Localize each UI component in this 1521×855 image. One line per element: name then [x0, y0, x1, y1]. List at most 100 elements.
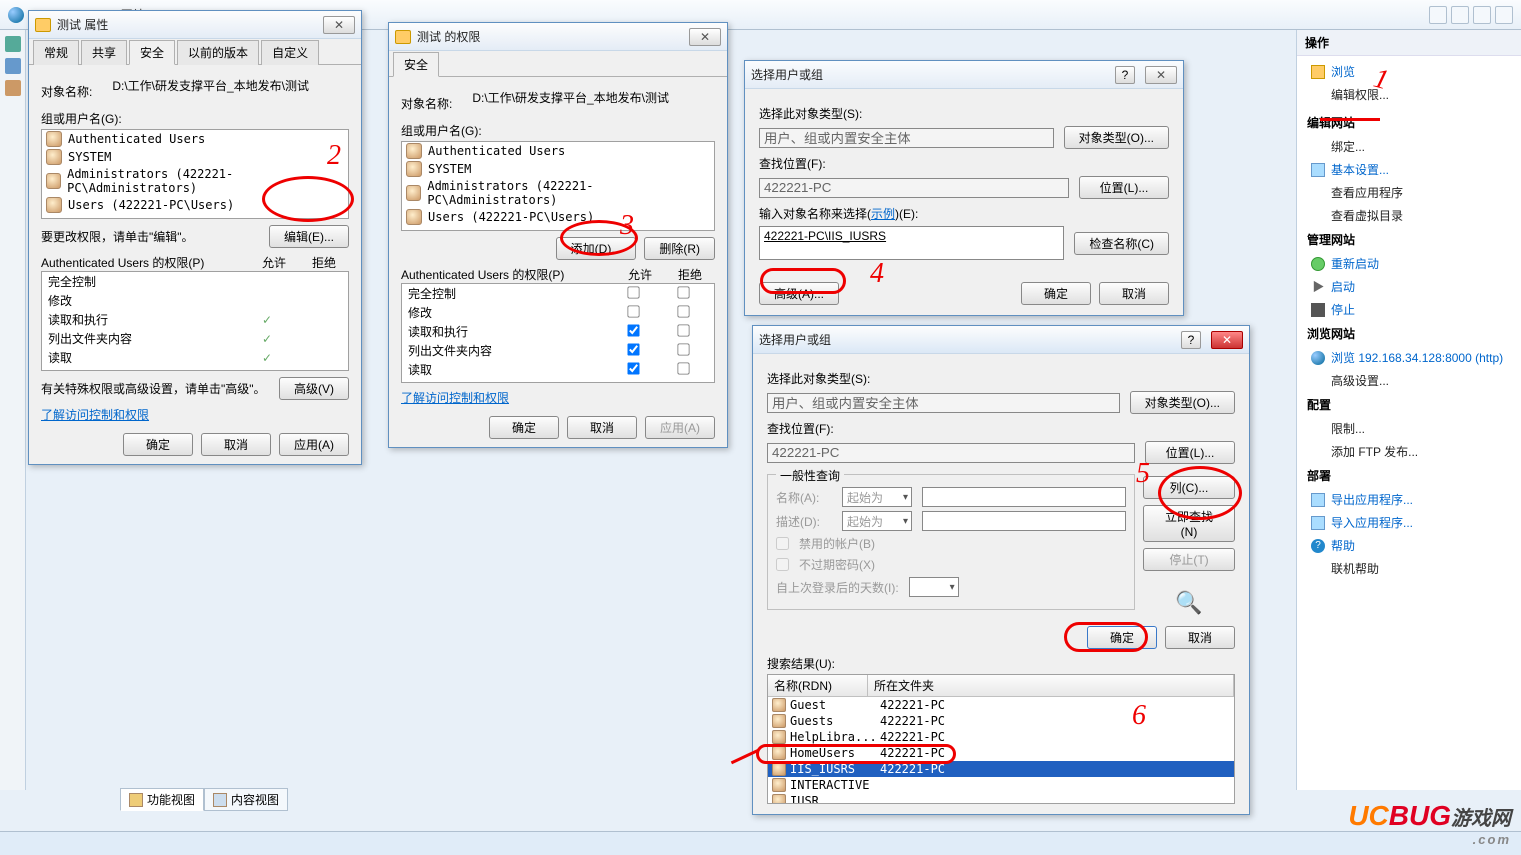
allow-checkbox[interactable]	[627, 324, 639, 336]
noexpire-checkbox[interactable]	[776, 558, 789, 571]
tab-previous[interactable]: 以前的版本	[177, 40, 259, 65]
rail-icon[interactable]	[5, 80, 21, 96]
add-button[interactable]: 添加(D)...	[556, 237, 637, 260]
action-browse-url[interactable]: 浏览 192.168.34.128:8000 (http)	[1331, 349, 1503, 366]
content-view-tab[interactable]: 内容视图	[204, 788, 288, 811]
deny-checkbox[interactable]	[677, 305, 689, 317]
table-row[interactable]: IIS_IUSRS422221-PC	[768, 761, 1234, 777]
action-view-apps[interactable]: 查看应用程序	[1331, 184, 1403, 201]
apply-button[interactable]: 应用(A)	[279, 433, 349, 456]
table-row[interactable]: HelpLibra...422221-PC	[768, 729, 1234, 745]
results-list[interactable]: 名称(RDN) 所在文件夹 Guest422221-PCGuests422221…	[767, 674, 1235, 804]
columns-button[interactable]: 列(C)...	[1143, 476, 1235, 499]
col-name[interactable]: 名称(RDN)	[768, 675, 868, 696]
help-icon[interactable]: ?	[1115, 66, 1135, 84]
object-type-button[interactable]: 对象类型(O)...	[1130, 391, 1235, 414]
rail-icon[interactable]	[5, 36, 21, 52]
ok-button[interactable]: 确定	[123, 433, 193, 456]
user-icon	[46, 197, 62, 213]
advanced-button[interactable]: 高级(V)	[279, 377, 349, 400]
close-icon[interactable]: ✕	[323, 16, 355, 34]
users-listbox[interactable]: Authenticated Users SYSTEM Administrator…	[41, 129, 349, 219]
deny-checkbox[interactable]	[677, 343, 689, 355]
cancel-button[interactable]: 取消	[201, 433, 271, 456]
tab-general[interactable]: 常规	[33, 40, 79, 65]
check-names-button[interactable]: 检查名称(C)	[1074, 232, 1169, 255]
action-ftp[interactable]: 添加 FTP 发布...	[1331, 443, 1418, 460]
lastlogon-combo[interactable]	[909, 577, 959, 597]
location-button[interactable]: 位置(L)...	[1079, 176, 1169, 199]
table-row[interactable]: IUSR	[768, 793, 1234, 804]
rail-icon[interactable]	[5, 58, 21, 74]
action-edit-permissions[interactable]: 编辑权限...	[1331, 86, 1389, 103]
tab-sharing[interactable]: 共享	[81, 40, 127, 65]
location-button[interactable]: 位置(L)...	[1145, 441, 1235, 464]
toolbar-icon[interactable]	[1451, 6, 1469, 24]
edit-button[interactable]: 编辑(E)...	[269, 225, 349, 248]
object-type-button[interactable]: 对象类型(O)...	[1064, 126, 1169, 149]
advanced-button[interactable]: 高级(A)...	[759, 282, 839, 305]
action-start[interactable]: 启动	[1331, 278, 1355, 295]
find-now-button[interactable]: 立即查找(N)	[1143, 505, 1235, 542]
action-import[interactable]: 导入应用程序...	[1331, 514, 1413, 531]
content-icon	[213, 793, 227, 807]
toolbar-icon[interactable]	[1429, 6, 1447, 24]
name-mode-combo[interactable]: 起始为	[842, 487, 912, 507]
table-row[interactable]: Guests422221-PC	[768, 713, 1234, 729]
action-view-vdirs[interactable]: 查看虚拟目录	[1331, 207, 1403, 224]
example-link[interactable]: 示例	[871, 207, 895, 221]
features-view-tab[interactable]: 功能视图	[120, 788, 204, 811]
deny-checkbox[interactable]	[677, 286, 689, 298]
close-icon[interactable]: ✕	[1145, 66, 1177, 84]
allow-checkbox[interactable]	[627, 286, 639, 298]
action-help[interactable]: 帮助	[1331, 537, 1355, 554]
tab-security[interactable]: 安全	[393, 52, 439, 77]
user-icon	[772, 746, 786, 760]
disabled-accounts-checkbox[interactable]	[776, 537, 789, 550]
allow-checkbox[interactable]	[627, 305, 639, 317]
table-row[interactable]: HomeUsers422221-PC	[768, 745, 1234, 761]
col-folder[interactable]: 所在文件夹	[868, 675, 1234, 696]
action-explore[interactable]: 浏览	[1331, 63, 1355, 80]
users-listbox[interactable]: Authenticated Users SYSTEM Administrator…	[401, 141, 715, 231]
cancel-button[interactable]: 取消	[1165, 626, 1235, 649]
table-row[interactable]: Guest422221-PC	[768, 697, 1234, 713]
action-restart[interactable]: 重新启动	[1331, 255, 1379, 272]
allow-checkbox[interactable]	[627, 343, 639, 355]
allow-checkbox[interactable]	[627, 362, 639, 374]
action-export[interactable]: 导出应用程序...	[1331, 491, 1413, 508]
desc-input[interactable]	[922, 511, 1126, 531]
close-icon[interactable]: ✕	[1211, 331, 1243, 349]
stop-button[interactable]: 停止(T)	[1143, 548, 1235, 571]
action-online-help[interactable]: 联机帮助	[1331, 560, 1379, 577]
desc-mode-combo[interactable]: 起始为	[842, 511, 912, 531]
help-icon[interactable]: ?	[1181, 331, 1201, 349]
ok-button[interactable]: 确定	[1021, 282, 1091, 305]
deny-checkbox[interactable]	[677, 362, 689, 374]
help-link[interactable]: 了解访问控制和权限	[41, 406, 349, 423]
deny-header: 拒绝	[665, 266, 715, 283]
ok-button[interactable]: 确定	[489, 416, 559, 439]
action-limits[interactable]: 限制...	[1331, 420, 1365, 437]
ok-button[interactable]: 确定	[1087, 626, 1157, 649]
action-basic-settings[interactable]: 基本设置...	[1331, 161, 1389, 178]
user-icon	[772, 794, 786, 804]
name-input[interactable]	[922, 487, 1126, 507]
cancel-button[interactable]: 取消	[567, 416, 637, 439]
object-name-input[interactable]: 422221-PC\IIS_IUSRS	[759, 226, 1064, 260]
toolbar-icon[interactable]	[1495, 6, 1513, 24]
tab-security[interactable]: 安全	[129, 40, 175, 65]
table-row[interactable]: INTERACTIVE	[768, 777, 1234, 793]
action-advanced[interactable]: 高级设置...	[1331, 372, 1389, 389]
action-bindings[interactable]: 绑定...	[1331, 138, 1365, 155]
toolbar-icon[interactable]	[1473, 6, 1491, 24]
close-icon[interactable]: ✕	[689, 28, 721, 46]
remove-button[interactable]: 删除(R)	[644, 237, 715, 260]
cancel-button[interactable]: 取消	[1099, 282, 1169, 305]
deny-checkbox[interactable]	[677, 324, 689, 336]
action-stop[interactable]: 停止	[1331, 301, 1355, 318]
tab-custom[interactable]: 自定义	[261, 40, 319, 65]
help-link[interactable]: 了解访问控制和权限	[401, 389, 715, 406]
apply-button[interactable]: 应用(A)	[645, 416, 715, 439]
common-queries-label: 一般性查询	[776, 467, 844, 484]
